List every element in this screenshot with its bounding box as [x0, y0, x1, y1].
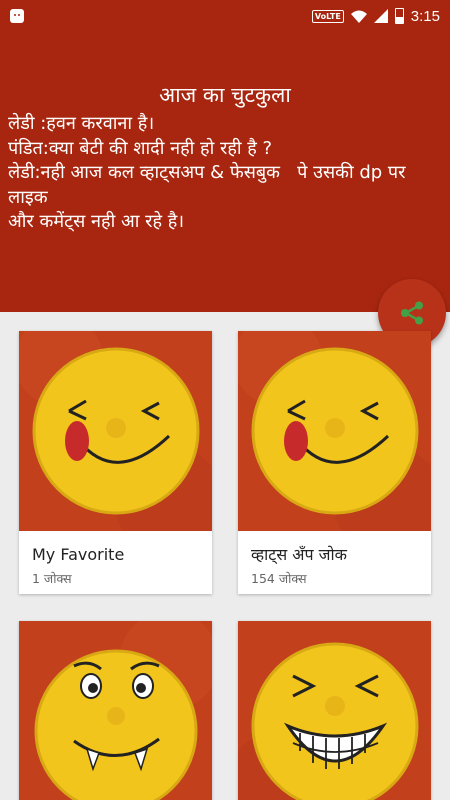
battery-icon: [394, 8, 404, 24]
clock: 3:15: [410, 7, 440, 25]
tongue-smiley-image: [19, 331, 212, 531]
category-card-3[interactable]: [19, 621, 212, 800]
toothy-smiley-image: [238, 621, 431, 800]
category-card-whatsapp-jokes[interactable]: व्हाट्स अँप जोक 154 जोक्स: [238, 331, 431, 594]
wifi-icon: [350, 10, 367, 23]
volte-indicator: VoLTE: [311, 9, 344, 23]
card-title: My Favorite: [32, 545, 125, 564]
category-card-4[interactable]: [238, 621, 431, 800]
share-icon: [401, 301, 423, 325]
android-icon: [10, 9, 24, 23]
signal-icon: [373, 9, 388, 23]
status-bar: VoLTE 3:15: [0, 0, 450, 32]
tongue-smiley-image: [238, 331, 431, 531]
joke-title: आज का चुटकुला: [159, 83, 291, 107]
joke-of-the-day-header: आज का चुटकुला लेडी :हवन करवाना है। पंडित…: [0, 32, 450, 312]
card-title: व्हाट्स अँप जोक: [251, 545, 347, 564]
fanged-smiley-image: [19, 621, 212, 800]
category-card-favorite[interactable]: My Favorite 1 जोक्स: [19, 331, 212, 594]
card-count: 154 जोक्स: [251, 571, 307, 586]
joke-text: लेडी :हवन करवाना है। पंडित:क्या बेटी की …: [8, 113, 406, 232]
card-count: 1 जोक्स: [32, 571, 72, 586]
